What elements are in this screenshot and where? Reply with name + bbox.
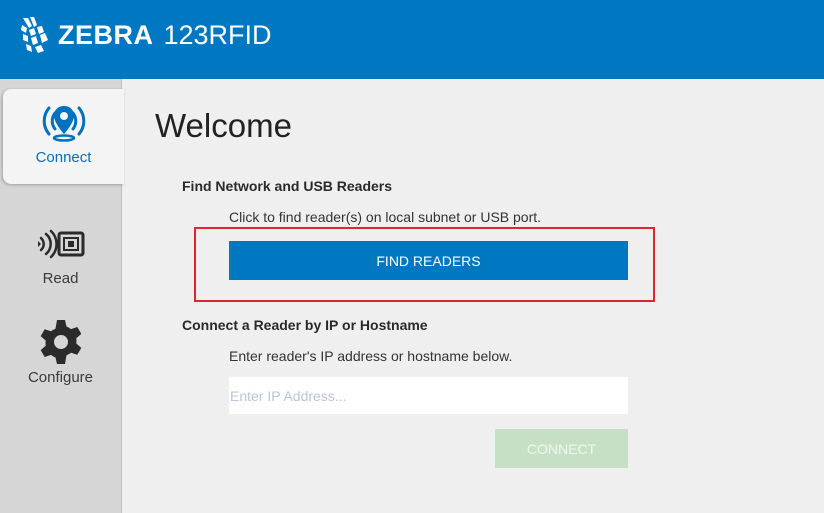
rfid-tag-icon [35, 222, 87, 266]
product-name: 123RFID [163, 20, 272, 50]
find-readers-instruction: Click to find reader(s) on local subnet … [229, 209, 542, 225]
ip-address-input[interactable] [229, 377, 628, 414]
main-panel: Welcome Find Network and USB Readers Cli… [122, 79, 824, 513]
sidebar-item-label: Configure [27, 369, 94, 386]
page-title: Welcome [155, 107, 292, 144]
find-readers-button[interactable]: FIND READERS [229, 241, 628, 280]
brand-name: ZEBRA [58, 20, 154, 50]
sidebar: Connect Read Configure [0, 79, 124, 513]
gear-icon [37, 319, 85, 365]
app-logo: ZEBRA 123RFID [20, 14, 272, 56]
app-window: ZEBRA 123RFID Connect Read Configure Wel… [0, 0, 824, 513]
connect-button[interactable]: CONNECT [495, 429, 628, 468]
header-bar: ZEBRA 123RFID [0, 0, 824, 79]
sidebar-item-read[interactable]: Read [0, 212, 121, 287]
location-signal-icon [38, 99, 90, 145]
sidebar-item-label: Read [42, 270, 79, 287]
zebra-head-icon [21, 17, 48, 53]
find-readers-heading: Find Network and USB Readers [182, 178, 393, 194]
sidebar-item-connect[interactable]: Connect [3, 89, 124, 184]
connect-by-ip-instruction: Enter reader's IP address or hostname be… [229, 348, 513, 364]
sidebar-item-configure[interactable]: Configure [0, 309, 121, 394]
connect-by-ip-heading: Connect a Reader by IP or Hostname [182, 317, 428, 333]
sidebar-item-label: Connect [35, 149, 92, 166]
